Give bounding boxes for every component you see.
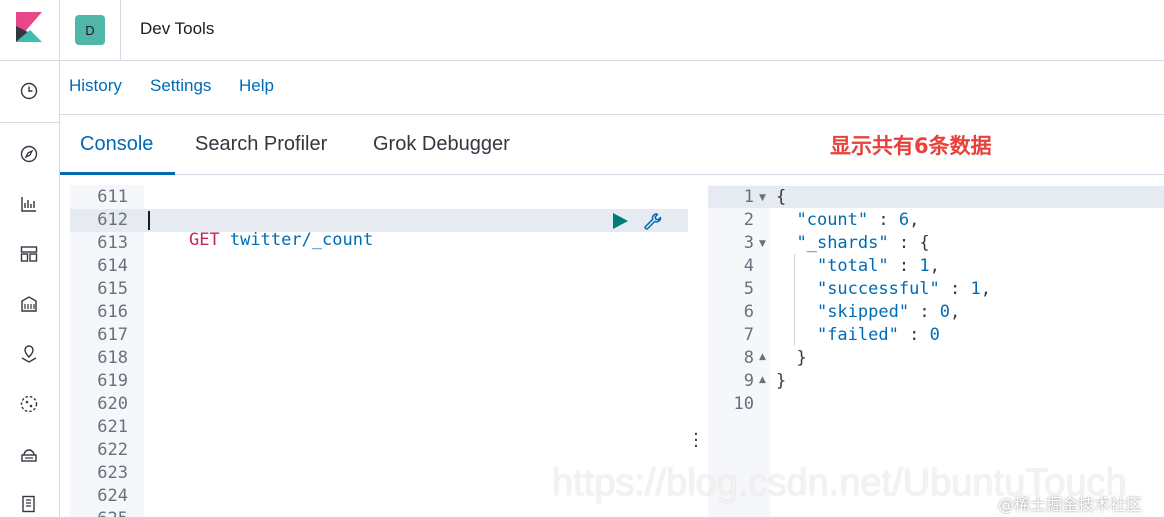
recently-viewed-clock-icon[interactable] <box>17 79 41 103</box>
response-json-line: } <box>776 371 787 391</box>
request-method: GET <box>188 230 220 250</box>
settings-link[interactable]: Settings <box>150 76 211 96</box>
line-number: 6 <box>743 302 754 322</box>
line-number: 9 <box>743 371 754 391</box>
rail-divider <box>0 60 60 61</box>
kibana-logo-icon[interactable] <box>14 12 44 46</box>
line-number: 613 <box>97 233 128 253</box>
maps-pin-icon[interactable] <box>17 342 41 366</box>
line-number: 7 <box>743 325 754 345</box>
header-divider <box>120 0 121 60</box>
line-number: 2 <box>743 210 754 230</box>
fold-chevron-up-icon[interactable]: ▲ <box>759 375 766 385</box>
line-number: 615 <box>97 279 128 299</box>
discover-compass-icon[interactable] <box>17 142 41 166</box>
tab-search-profiler[interactable]: Search Profiler <box>195 133 327 156</box>
response-json-line: { <box>776 187 787 207</box>
line-number: 623 <box>97 463 128 483</box>
response-json-line: "count" : 6, <box>796 210 920 230</box>
fold-chevron-down-icon[interactable]: ▼ <box>759 193 766 203</box>
line-number: 616 <box>97 302 128 322</box>
fold-chevron-down-icon[interactable]: ▼ <box>759 239 766 249</box>
request-line[interactable]: GET twitter/_count <box>148 210 373 270</box>
response-json-line: "successful" : 1, <box>816 279 991 299</box>
wrench-icon[interactable] <box>642 211 664 233</box>
line-number: 619 <box>97 371 128 391</box>
brand-watermark: @稀土掘金技术社区 <box>998 495 1143 514</box>
history-link[interactable]: History <box>69 76 122 96</box>
text-cursor <box>148 211 150 230</box>
logs-scroll-icon[interactable] <box>17 492 41 516</box>
annotation-label: 显示共有6条数据 <box>830 134 992 158</box>
line-number: 621 <box>97 417 128 437</box>
response-json-line: } <box>776 348 807 368</box>
response-json-line: "failed" : 0 <box>816 325 940 345</box>
left-nav-rail <box>0 0 60 517</box>
request-path: twitter/_count <box>229 230 374 250</box>
line-number: 624 <box>97 486 128 506</box>
line-number: 622 <box>97 440 128 460</box>
devtools-menu: History Settings Help <box>60 61 1164 115</box>
help-link[interactable]: Help <box>239 76 274 96</box>
line-number: 4 <box>743 256 754 276</box>
line-number: 3 <box>743 233 754 253</box>
response-json-line: "_shards" : { <box>796 233 930 253</box>
line-number: 611 <box>97 187 128 207</box>
line-number: 620 <box>97 394 128 414</box>
line-number: 10 <box>733 394 754 414</box>
machine-learning-icon[interactable] <box>17 392 41 416</box>
dashboard-icon[interactable] <box>17 242 41 266</box>
panel-resize-handle[interactable]: · · · <box>692 426 700 456</box>
canvas-icon[interactable] <box>17 292 41 316</box>
line-number: 612 <box>97 210 128 230</box>
header-bar: D Dev Tools <box>60 0 1164 61</box>
line-number: 614 <box>97 256 128 276</box>
line-number: 8 <box>743 348 754 368</box>
response-json-line: "skipped" : 0, <box>816 302 961 322</box>
response-json-line: "total" : 1, <box>816 256 940 276</box>
infrastructure-icon[interactable] <box>17 442 41 466</box>
fold-chevron-up-icon[interactable]: ▲ <box>759 352 766 362</box>
active-tab-indicator <box>60 172 175 175</box>
space-avatar[interactable]: D <box>75 15 105 45</box>
rail-divider <box>0 122 60 123</box>
line-number: 625 <box>70 509 128 517</box>
indent-guide <box>794 254 795 346</box>
page-title: Dev Tools <box>140 19 215 38</box>
tab-console[interactable]: Console <box>80 133 153 156</box>
line-number: 617 <box>97 325 128 345</box>
play-icon[interactable] <box>611 212 629 230</box>
devtools-tabs: Console Search Profiler Grok Debugger <box>60 115 1164 175</box>
line-number: 5 <box>743 279 754 299</box>
tab-grok-debugger[interactable]: Grok Debugger <box>373 133 510 156</box>
visualize-chart-icon[interactable] <box>17 192 41 216</box>
line-number: 618 <box>97 348 128 368</box>
line-number: 1 <box>743 187 754 207</box>
